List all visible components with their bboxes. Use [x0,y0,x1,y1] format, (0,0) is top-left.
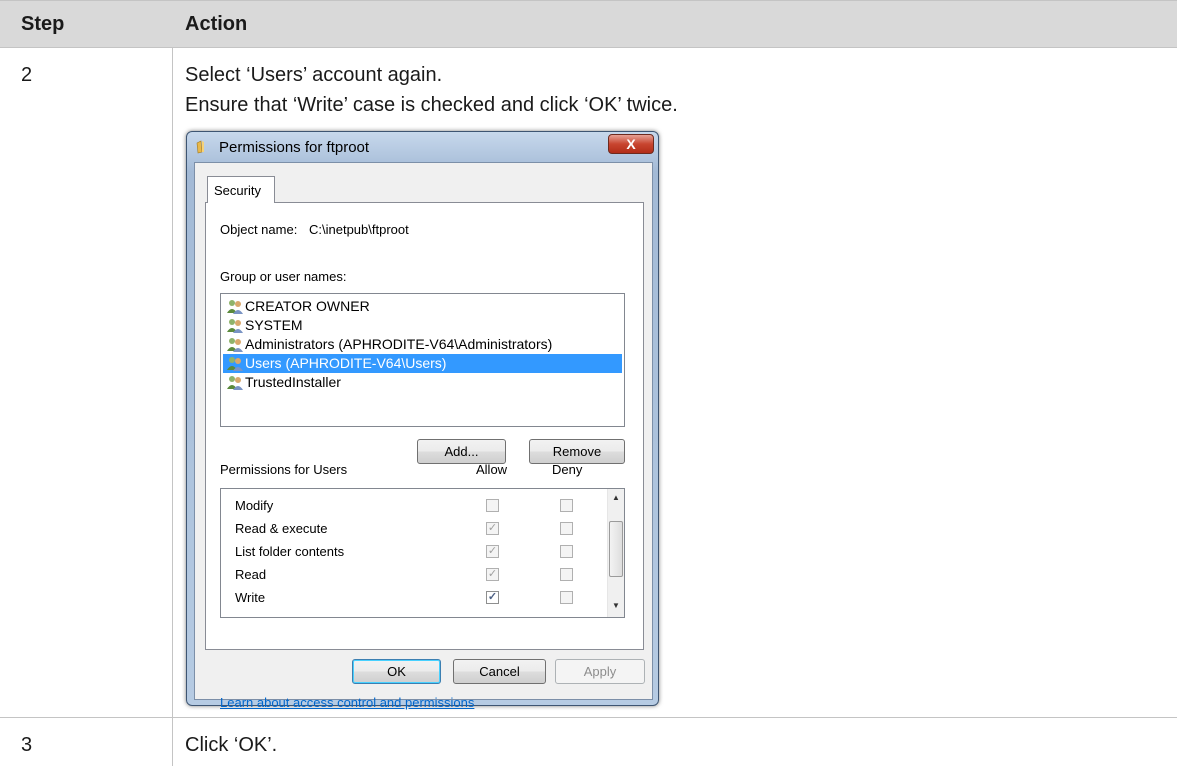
deny-checkbox[interactable] [560,545,573,558]
user-name: Users (APHRODITE-V64\Users) [245,355,447,371]
permission-row: Write ✓ [235,587,595,609]
close-button[interactable]: X [608,134,654,154]
user-name: TrustedInstaller [245,374,341,390]
list-item[interactable]: SYSTEM [223,316,622,335]
deny-checkbox[interactable] [560,499,573,512]
allow-checkbox[interactable]: ✓ [486,522,499,535]
step-number: 2 [21,64,33,86]
scroll-up-icon[interactable]: ▲ [611,493,621,503]
action-line: Click ‘OK’. [185,734,278,756]
allow-checkbox[interactable] [486,499,499,512]
user-group-icon [227,338,243,352]
user-list[interactable]: CREATOR OWNER SYSTEM Administrators (APH… [220,293,625,427]
security-panel: Object name: C:\inetpub\ftproot Group or… [205,202,644,710]
permission-name: Modify [235,498,274,513]
object-name-value: C:\inetpub\ftproot [309,222,409,237]
access-control-help-link[interactable]: Learn about access control and permissio… [220,695,474,710]
list-item[interactable]: CREATOR OWNER [223,297,622,316]
user-group-icon [227,319,243,333]
permissions-label: Permissions for Users [220,462,348,477]
table-header-row: Step Action [0,0,1177,48]
table-row: 3 Click ‘OK’. [0,718,1177,766]
cancel-button[interactable]: Cancel [453,659,546,684]
step-number: 3 [21,734,33,756]
user-group-icon [227,357,243,371]
tab-security[interactable]: Security [207,176,275,203]
dialog-client-area: Security Object name: C:\inetpub\ftproot… [194,162,653,710]
permissions-scrollbar[interactable]: ▲ ▼ [607,489,624,617]
permission-row: List folder contents ✓ [235,541,595,563]
permission-name: List folder contents [235,544,345,559]
object-name-label: Object name: [220,222,298,237]
allow-column-label: Allow [476,462,508,477]
dialog-title: Permissions for ftproot [219,139,370,156]
deny-column-label: Deny [552,462,583,477]
permission-name: Write [235,590,266,605]
permission-name: Read [235,567,267,582]
folder-icon [196,140,204,154]
remove-button[interactable]: Remove [529,439,625,464]
user-name: Administrators (APHRODITE-V64\Administra… [245,336,553,352]
ok-button[interactable]: OK [352,659,441,684]
add-button[interactable]: Add... [417,439,506,464]
scroll-down-icon[interactable]: ▼ [611,601,621,611]
group-user-label: Group or user names: [220,269,347,284]
apply-button[interactable]: Apply [555,659,645,684]
list-item[interactable]: TrustedInstaller [223,373,622,392]
action-line: Ensure that ‘Write’ case is checked and … [185,94,678,116]
user-group-icon [227,300,243,314]
deny-checkbox[interactable] [560,591,573,604]
permission-row: Modify [235,495,595,517]
user-name: CREATOR OWNER [245,298,370,314]
permission-row: Read ✓ [235,564,595,586]
permissions-list: Modify Read & execute ✓ List folder cont… [220,488,625,618]
permission-row: Read & execute ✓ [235,518,595,540]
header-step: Step [21,13,65,35]
list-item-selected[interactable]: Users (APHRODITE-V64\Users) [223,354,622,373]
deny-checkbox[interactable] [560,568,573,581]
deny-checkbox[interactable] [560,522,573,535]
allow-checkbox[interactable]: ✓ [486,545,499,558]
user-group-icon [227,376,243,390]
allow-checkbox[interactable]: ✓ [486,591,499,604]
action-line: Select ‘Users’ account again. [185,64,443,86]
list-item[interactable]: Administrators (APHRODITE-V64\Administra… [223,335,622,354]
user-name: SYSTEM [245,317,303,333]
header-action: Action [185,13,248,35]
allow-checkbox[interactable]: ✓ [486,568,499,581]
scroll-thumb[interactable] [609,521,623,577]
permission-name: Read & execute [235,521,328,536]
permissions-dialog: Permissions for ftproot X Security Objec… [186,131,659,710]
